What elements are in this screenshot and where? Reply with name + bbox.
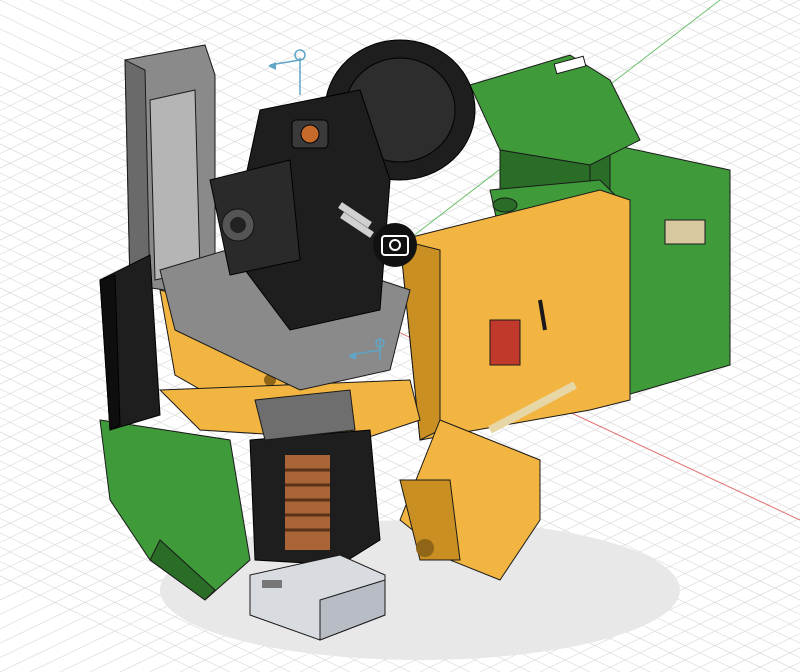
grey-cable-guide[interactable] xyxy=(124,44,216,291)
viewport-canvas[interactable] xyxy=(0,0,800,672)
grid-line xyxy=(749,0,800,25)
green-cable-bracket[interactable] xyxy=(99,419,251,601)
grid-line xyxy=(749,647,800,672)
camera-icon[interactable] xyxy=(373,223,417,267)
3d-viewport[interactable] xyxy=(0,0,800,672)
black-cable-channel[interactable] xyxy=(99,254,161,431)
